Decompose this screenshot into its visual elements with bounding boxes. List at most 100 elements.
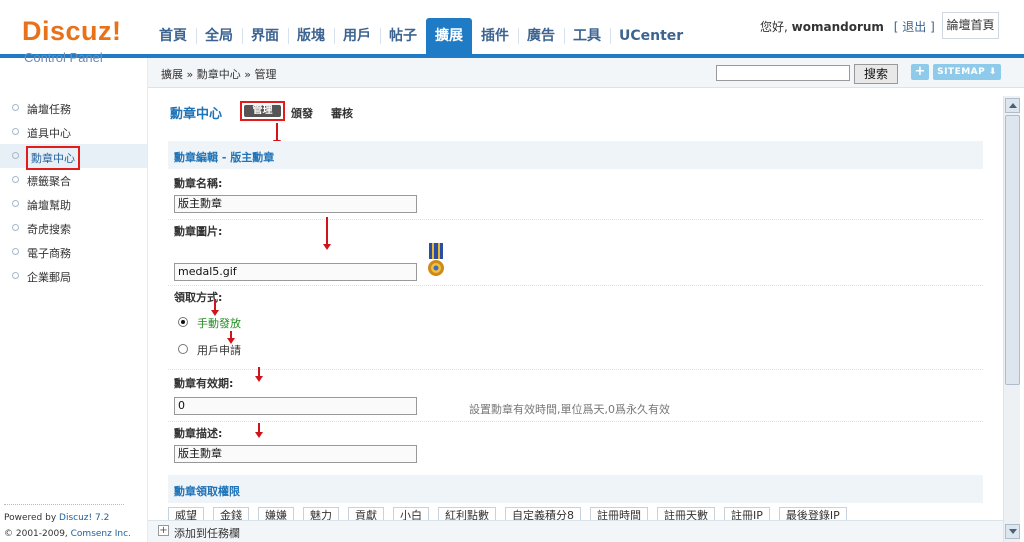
logo-brand: Discuz!	[22, 16, 122, 46]
medal-image-label: 勳章圖片:	[174, 225, 223, 238]
sidebar: Control Panel 論壇任務 道具中心 勳章中心 標籤聚合 論壇幫助 奇…	[0, 50, 148, 542]
sitemap-button[interactable]: SITEMAP ⬇	[933, 64, 1001, 80]
section-header-edit: 勳章編輯 - 版主勳章	[168, 141, 983, 169]
expire-label: 勳章有效期:	[174, 377, 234, 390]
bullet-icon	[12, 248, 19, 255]
row-divider	[168, 421, 983, 422]
annotation-arrow	[323, 217, 331, 251]
sidebar-item-label: 論壇幫助	[27, 199, 71, 212]
logout-link[interactable]: [ 退出 ]	[894, 20, 935, 34]
copyright-link[interactable]: Comsenz Inc.	[71, 529, 131, 539]
sidebar-item-label: 道具中心	[27, 127, 71, 140]
search-button[interactable]: 搜索	[854, 64, 898, 84]
powered-prefix: Powered by	[4, 513, 60, 523]
tab-issue[interactable]: 頒發	[291, 105, 313, 121]
bottom-bar: + 添加到任務欄	[148, 520, 1003, 542]
sidebar-divider	[4, 504, 124, 505]
sidebar-item-tags[interactable]: 標籤聚合	[0, 168, 147, 192]
section-title: 勳章編輯 - 版主勳章	[174, 151, 275, 164]
forum-home-button[interactable]: 論壇首頁	[942, 12, 999, 39]
perm-button[interactable]: 最後登錄IP	[778, 507, 847, 521]
tab-home[interactable]: 首頁	[150, 18, 196, 54]
logo-subtitle: Control Panel	[24, 50, 103, 65]
row-divider	[168, 285, 983, 286]
method-manual-label[interactable]: 手動發放	[197, 315, 241, 331]
method-manual-radio[interactable]	[178, 317, 188, 327]
perm-button[interactable]: 金錢	[213, 507, 249, 521]
sidebar-item-qihoo[interactable]: 奇虎搜索	[0, 216, 147, 240]
add-task-link[interactable]: 添加到任務欄	[174, 525, 240, 541]
search-input[interactable]	[716, 65, 850, 81]
sidebar-item-mail[interactable]: 企業郵局	[0, 264, 147, 288]
tab-tools[interactable]: 工具	[564, 18, 610, 54]
sidebar-item-label: 企業郵局	[27, 271, 71, 284]
bullet-icon	[12, 104, 19, 111]
bullet-icon	[12, 272, 19, 279]
perm-button[interactable]: 註冊時間	[590, 507, 648, 521]
main-content: 勳章中心 管理 頒發 審核 勳章編輯 - 版主勳章 勳章名稱: 版主勳章 勳章圖…	[148, 89, 1003, 521]
perm-button[interactable]: 自定義積分8	[505, 507, 581, 521]
perm-button[interactable]: 魅力	[303, 507, 339, 521]
tab-users[interactable]: 用戶	[334, 18, 380, 54]
sidebar-item-medals[interactable]: 勳章中心	[0, 144, 147, 170]
sidebar-item-label: 標籤聚合	[27, 175, 71, 188]
method-apply-radio[interactable]	[178, 344, 188, 354]
page-title: 勳章中心	[170, 107, 223, 122]
desc-label: 勳章描述:	[174, 427, 223, 440]
copyright-prefix: © 2001-2009,	[4, 529, 71, 539]
medal-icon	[428, 243, 444, 276]
tab-extensions[interactable]: 擴展	[426, 18, 472, 54]
perm-button[interactable]: 註冊天數	[657, 507, 715, 521]
breadcrumb: 擴展 » 勳章中心 » 管理	[161, 68, 277, 81]
add-task-icon[interactable]: +	[158, 525, 169, 536]
perm-button[interactable]: 註冊IP	[724, 507, 770, 521]
user-bar: 您好, womandorum [ 退出 ]	[760, 18, 935, 35]
row-divider	[168, 219, 983, 220]
scroll-up-arrow-icon[interactable]	[1005, 98, 1020, 113]
powered-by: Powered by Discuz! 7.2 © 2001-2009, Coms…	[4, 510, 131, 542]
add-shortcut-button[interactable]: +	[911, 64, 929, 80]
scroll-down-arrow-icon[interactable]	[1005, 524, 1020, 539]
sidebar-item-label: 論壇任務	[27, 103, 71, 116]
tab-plugins[interactable]: 插件	[472, 18, 518, 54]
username: womandorum	[791, 20, 884, 34]
powered-link[interactable]: Discuz! 7.2	[59, 513, 109, 523]
permission-buttons: 威望 金錢 嫌嫌 魅力 貢獻 小白 紅利點數 自定義積分8 註冊時間 註冊天數 …	[168, 507, 856, 521]
greeting: 您好,	[760, 20, 788, 34]
method-apply-label[interactable]: 用戶申請	[197, 342, 241, 358]
sidebar-item-help[interactable]: 論壇幫助	[0, 192, 147, 216]
sidebar-item-label: 勳章中心	[26, 146, 80, 170]
header: Discuz! 首頁 全局 界面 版塊 用戶 帖子 擴展 插件 廣告 工具 UC…	[0, 0, 1024, 58]
perm-button[interactable]: 貢獻	[348, 507, 384, 521]
vertical-scrollbar[interactable]	[1003, 96, 1020, 542]
tab-posts[interactable]: 帖子	[380, 18, 426, 54]
expire-input[interactable]: 0	[174, 397, 417, 415]
bullet-icon	[12, 176, 19, 183]
scrollbar-thumb[interactable]	[1005, 115, 1020, 385]
sidebar-item-ecommerce[interactable]: 電子商務	[0, 240, 147, 264]
tab-forums[interactable]: 版塊	[288, 18, 334, 54]
medal-image-input[interactable]: medal5.gif	[174, 263, 417, 281]
tab-interface[interactable]: 界面	[242, 18, 288, 54]
perm-button[interactable]: 小白	[393, 507, 429, 521]
tab-ucenter[interactable]: UCenter	[610, 18, 692, 54]
perm-button[interactable]: 嫌嫌	[258, 507, 294, 521]
medal-name-input[interactable]: 版主勳章	[174, 195, 417, 213]
sidebar-item-tasks[interactable]: 論壇任務	[0, 96, 147, 120]
tab-manage[interactable]: 管理	[240, 101, 285, 121]
sidebar-menu: 論壇任務 道具中心 勳章中心 標籤聚合 論壇幫助 奇虎搜索 電子商務 企業郵局	[0, 96, 147, 288]
tab-manage-label: 管理	[244, 105, 281, 117]
perm-button[interactable]: 紅利點數	[438, 507, 496, 521]
tab-review[interactable]: 審核	[331, 105, 353, 121]
tab-global[interactable]: 全局	[196, 18, 242, 54]
bullet-icon	[12, 200, 19, 207]
breadcrumb-bar: 擴展 » 勳章中心 » 管理 搜索 + SITEMAP ⬇	[148, 58, 1024, 88]
sidebar-item-magic[interactable]: 道具中心	[0, 120, 147, 144]
bullet-icon	[12, 152, 19, 159]
annotation-arrow	[255, 423, 263, 439]
perm-button[interactable]: 威望	[168, 507, 204, 521]
section-header-perm: 勳章領取權限	[168, 475, 983, 503]
annotation-arrow	[255, 367, 263, 383]
tab-ads[interactable]: 廣告	[518, 18, 564, 54]
desc-input[interactable]: 版主勳章	[174, 445, 417, 463]
